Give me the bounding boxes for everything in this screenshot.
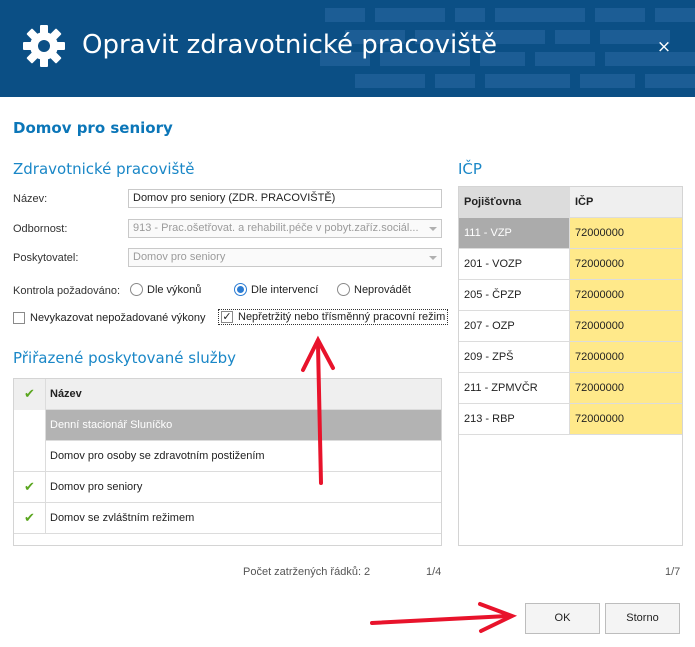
table-row[interactable]: 209 - ZPŠ 72000000	[459, 342, 682, 373]
table-row[interactable]: 111 - VZP 72000000	[459, 218, 682, 249]
specialty-select[interactable]: 913 - Prac.ošetřovat. a rehabilit.péče v…	[128, 219, 442, 238]
table-row[interactable]: 207 - OZP 72000000	[459, 311, 682, 342]
checkbox-label: Nepřetržitý nebo třísměnný pracovní reži…	[238, 311, 446, 323]
specialty-label: Odbornost:	[13, 223, 68, 235]
row-checkbox[interactable]	[14, 441, 46, 472]
insurer-cell: 201 - VOZP	[459, 249, 570, 279]
row-name: Domov pro osoby se zdravotním postižením	[50, 450, 265, 462]
radio-circle	[130, 283, 143, 296]
icp-cell[interactable]: 72000000	[570, 249, 682, 279]
icp-table: Pojišťovna IČP 111 - VZP 72000000 201 - …	[458, 186, 683, 546]
row-name: Domov se zvláštním režimem	[50, 512, 195, 524]
radio-label: Dle výkonů	[147, 283, 202, 296]
annotation-arrow-right-head	[478, 602, 518, 633]
radio-label: Dle intervencí	[251, 283, 319, 296]
cancel-button[interactable]: Storno	[605, 603, 680, 634]
table-header-row: Pojišťovna IČP	[459, 187, 682, 218]
table-header-row: ✔ Název	[14, 379, 441, 410]
checkmark-icon[interactable]: ✔	[14, 472, 46, 503]
chevron-down-icon	[429, 227, 437, 231]
provider-value: Domov pro seniory	[133, 251, 226, 263]
insurer-cell: 111 - VZP	[459, 218, 570, 248]
radio-circle-selected	[234, 283, 247, 296]
section-title-workplace: Zdravotnické pracoviště	[13, 160, 195, 178]
gear-icon	[23, 25, 65, 67]
page-heading: Domov pro seniory	[13, 119, 173, 137]
table-row[interactable]: 201 - VOZP 72000000	[459, 249, 682, 280]
row-checkbox[interactable]	[14, 410, 46, 441]
insurer-cell: 205 - ČPZP	[459, 280, 570, 310]
check-all-icon[interactable]: ✔	[14, 379, 46, 410]
provider-label: Poskytovatel:	[13, 252, 79, 264]
table-row[interactable]: Domov pro osoby se zdravotním postižením	[14, 441, 441, 472]
dialog-title: Opravit zdravotnické pracoviště	[82, 30, 497, 60]
table-row[interactable]: ✔ Domov pro seniory	[14, 472, 441, 503]
checkbox-box	[13, 312, 25, 324]
provider-select[interactable]: Domov pro seniory	[128, 248, 442, 267]
checked-count: Počet zatržených řádků: 2	[243, 566, 371, 578]
name-label: Název:	[13, 193, 48, 205]
annotation-arrow-up-head	[301, 335, 335, 372]
row-name: Denní stacionář Sluníčko	[50, 419, 173, 431]
radio-circle	[337, 283, 350, 296]
chevron-down-icon	[429, 256, 437, 260]
checkbox-label: Nevykazovat nepožadované výkony	[30, 312, 206, 324]
icp-cell[interactable]: 72000000	[570, 280, 682, 310]
name-value: Domov pro seniory (ZDR. PRACOVIŠTĚ)	[133, 192, 336, 204]
services-page-indicator: 1/4	[426, 566, 442, 578]
insurer-cell: 207 - OZP	[459, 311, 570, 341]
radio-by-procedures[interactable]: Dle výkonů	[130, 283, 201, 296]
checkbox-unrequired-procedures[interactable]: Nevykazovat nepožadované výkony	[13, 312, 206, 324]
table-row[interactable]: 211 - ZPMVČR 72000000	[459, 373, 682, 404]
control-label: Kontrola požadováno:	[13, 285, 121, 297]
checkbox-continuous-regime[interactable]: ✓ Nepřetržitý nebo třísměnný pracovní re…	[218, 309, 449, 325]
checkmark-icon[interactable]: ✔	[14, 503, 46, 534]
insurer-cell: 213 - RBP	[459, 404, 570, 434]
insurer-cell: 209 - ZPŠ	[459, 342, 570, 372]
icp-cell[interactable]: 72000000	[570, 218, 682, 248]
insurer-cell: 211 - ZPMVČR	[459, 373, 570, 403]
column-header-icp[interactable]: IČP	[570, 187, 682, 217]
services-table: ✔ Název Denní stacionář Sluníčko Domov p…	[13, 378, 442, 546]
radio-do-not-perform[interactable]: Neprovádět	[337, 283, 411, 296]
table-row[interactable]: Denní stacionář Sluníčko	[14, 410, 441, 441]
name-input[interactable]: Domov pro seniory (ZDR. PRACOVIŠTĚ)	[128, 189, 442, 208]
specialty-value: 913 - Prac.ošetřovat. a rehabilit.péče v…	[133, 222, 419, 234]
table-row[interactable]: 213 - RBP 72000000	[459, 404, 682, 435]
table-row[interactable]: ✔ Domov se zvláštním režimem	[14, 503, 441, 534]
icp-cell[interactable]: 72000000	[570, 404, 682, 434]
ok-button[interactable]: OK	[525, 603, 600, 634]
radio-by-interventions[interactable]: Dle intervencí	[234, 283, 318, 296]
row-name: Domov pro seniory	[50, 481, 143, 493]
column-header-insurer[interactable]: Pojišťovna	[459, 187, 570, 217]
annotation-arrow-right	[370, 614, 510, 625]
section-title-services: Přiřazené poskytované služby	[13, 349, 237, 367]
radio-label: Neprovádět	[354, 283, 411, 296]
icp-page-indicator: 1/7	[665, 566, 681, 578]
checkmark-icon: ✓	[221, 311, 233, 323]
section-title-icp: IČP	[458, 160, 482, 178]
close-icon[interactable]: ×	[655, 38, 673, 56]
table-row[interactable]: 205 - ČPZP 72000000	[459, 280, 682, 311]
icp-cell[interactable]: 72000000	[570, 342, 682, 372]
icp-cell[interactable]: 72000000	[570, 311, 682, 341]
icp-cell[interactable]: 72000000	[570, 373, 682, 403]
title-bar: Opravit zdravotnické pracoviště ×	[0, 0, 695, 97]
column-header-name[interactable]: Název	[50, 388, 82, 400]
